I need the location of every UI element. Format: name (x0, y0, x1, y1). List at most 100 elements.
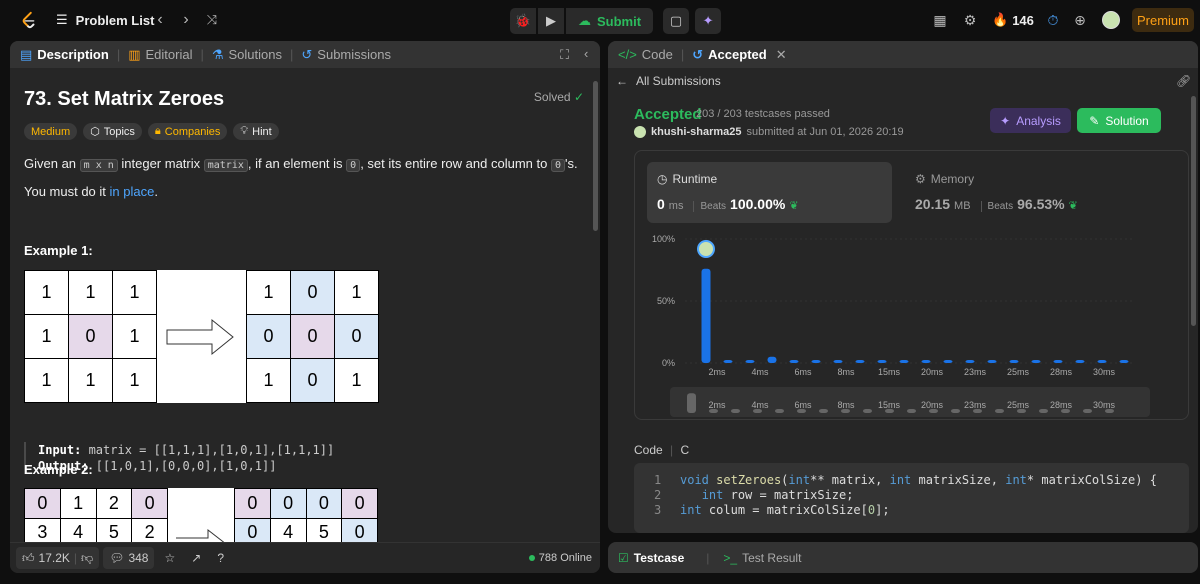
example-1-output-cell: 1 (247, 271, 290, 314)
example-1-input-cell: 1 (69, 271, 112, 314)
like-button[interactable]: 👍︎ 17.2K | 👎︎ (16, 547, 100, 569)
close-icon[interactable]: ✕ (776, 47, 787, 63)
help-icon[interactable]: ? (211, 547, 230, 569)
in-place-link[interactable]: in place (110, 184, 155, 199)
status-title: Accepted (634, 106, 702, 123)
example-1-output-cell: 0 (335, 315, 378, 358)
example-2-heading: Example 2: (24, 462, 93, 477)
scrollbar[interactable] (593, 81, 598, 231)
topics-chip[interactable]: ⬡ Topics (83, 123, 142, 140)
bar (943, 360, 953, 363)
bar (811, 360, 821, 363)
y-tick-label: 0% (662, 358, 675, 368)
bar (745, 360, 755, 363)
example-1-input-cell: 1 (113, 359, 156, 402)
all-submissions-link[interactable]: ← All Submissions (616, 74, 721, 88)
tab-submissions[interactable]: ↺ Submissions (301, 47, 391, 63)
solved-badge: Solved ✓ (533, 90, 584, 104)
difficulty-chip[interactable]: Medium (24, 123, 78, 140)
example-1-output-cell: 0 (247, 315, 290, 358)
share-icon[interactable]: ↗ (185, 547, 207, 569)
link-icon[interactable]: 🔗︎ (1176, 74, 1191, 88)
overview-bar (1083, 409, 1092, 413)
overview-tick-label: 8ms (837, 400, 855, 410)
overview-tick-label: 2ms (708, 400, 726, 410)
example-1-input-cell: 1 (113, 315, 156, 358)
debug-icon[interactable]: 🐞 (510, 8, 536, 34)
submit-button[interactable]: ☁ Submit (566, 8, 654, 34)
problem-list-button[interactable]: ☰ Problem List (56, 12, 154, 28)
overview-bar (819, 409, 828, 413)
overview-tick-label: 20ms (921, 400, 944, 410)
avatar[interactable] (634, 126, 646, 138)
example-2-output-cell: 0 (342, 489, 377, 518)
problem-statement: Given an m x n integer matrix matrix, if… (24, 156, 578, 172)
run-icon[interactable]: ▶ (538, 8, 564, 34)
timer-icon[interactable]: ⏱ (1043, 10, 1063, 30)
testcases-passed: 203 / 203 testcases passed (696, 108, 830, 120)
companies-chip[interactable]: 🔒︎ Companies (147, 123, 228, 140)
example-1-input-grid: 111101111 (24, 270, 157, 403)
notes-icon[interactable]: ▢ (663, 8, 690, 34)
arrow-box-2 (168, 488, 234, 548)
bar (723, 360, 733, 363)
description-panel: ▤ Description | ▥ Editorial | ⚗ Solution… (10, 41, 600, 573)
scrollbar[interactable] (1191, 96, 1196, 326)
shuffle-icon[interactable]: ⤨ (202, 10, 222, 30)
tab-editorial[interactable]: ▥ Editorial (128, 47, 192, 63)
collapse-icon[interactable]: ‹ (584, 46, 588, 61)
x-tick-label: 28ms (1050, 367, 1073, 377)
solution-button[interactable]: ✎ Solution (1077, 108, 1161, 133)
hint-chip[interactable]: 💡︎ Hint (233, 123, 279, 140)
bar (899, 360, 909, 363)
overview-bar (951, 409, 960, 413)
code-line[interactable]: void setZeroes(int** matrix, int matrixS… (680, 473, 1157, 488)
document-icon: ▤ (20, 46, 33, 62)
example-1-output-cell: 1 (335, 271, 378, 314)
code-viewer: 1 void setZeroes(int** matrix, int matrix… (634, 463, 1189, 533)
example-1-output-cell: 0 (291, 271, 334, 314)
example-1-output-cell: 1 (335, 359, 378, 402)
example-2-output-cell: 0 (270, 489, 306, 518)
overview-bar (1039, 409, 1048, 413)
terminal-icon: >_ (723, 550, 738, 565)
avatar[interactable] (1102, 11, 1120, 29)
left-tabbar: ▤ Description | ▥ Editorial | ⚗ Solution… (10, 41, 600, 68)
line-number: 2 (654, 488, 662, 502)
streak-counter[interactable]: 🔥 146 (992, 12, 1034, 28)
analysis-button[interactable]: ✦ Analysis (990, 108, 1071, 133)
comments-button[interactable]: 💬︎ 348 (103, 547, 155, 569)
tab-solutions[interactable]: ⚗ Solutions (212, 47, 282, 63)
history-icon: ↺ (301, 46, 313, 62)
lightbulb-icon: 💡︎ (240, 125, 249, 137)
lock-icon: 🔒︎ (154, 125, 161, 137)
prev-problem-icon[interactable]: ‹ (150, 10, 170, 30)
fullscreen-icon[interactable]: ⛶ (560, 47, 569, 63)
gear-icon[interactable]: ⚙ (960, 10, 980, 30)
x-tick-label: 4ms (751, 367, 769, 377)
add-user-icon[interactable]: ⊕ (1070, 10, 1090, 30)
example-1-input-cell: 1 (25, 315, 68, 358)
tab-testcase[interactable]: ☑ Testcase (618, 551, 684, 565)
tab-accepted[interactable]: ↺ Accepted ✕ (692, 47, 786, 63)
overview-bar (687, 393, 696, 413)
right-tabbar: </> Code | ↺ Accepted ✕ (608, 41, 1198, 68)
next-problem-icon[interactable]: › (176, 10, 196, 30)
overview-tick-label: 15ms (878, 400, 901, 410)
code-line[interactable]: int row = matrixSize; (680, 488, 854, 503)
premium-button[interactable]: Premium (1132, 8, 1194, 32)
tab-test-result[interactable]: >_ Test Result (723, 551, 801, 565)
layout-icon[interactable]: ▦ (930, 10, 950, 30)
leetcode-logo-icon[interactable] (20, 11, 38, 29)
tab-description[interactable]: ▤ Description (20, 47, 109, 63)
arrow-right-icon (176, 528, 227, 545)
bar (1097, 360, 1107, 363)
example-1-output-cell: 0 (291, 315, 334, 358)
code-line[interactable]: int colum = matrixColSize[0]; (680, 503, 890, 518)
overview-tick-label: 30ms (1093, 400, 1116, 410)
sparkle-icon[interactable]: ✦ (695, 8, 722, 34)
overview-tick-label: 23ms (964, 400, 987, 410)
tab-code[interactable]: </> Code (618, 47, 673, 62)
example-2-input-cell: 0 (25, 489, 60, 518)
star-icon[interactable]: ☆ (158, 547, 181, 569)
